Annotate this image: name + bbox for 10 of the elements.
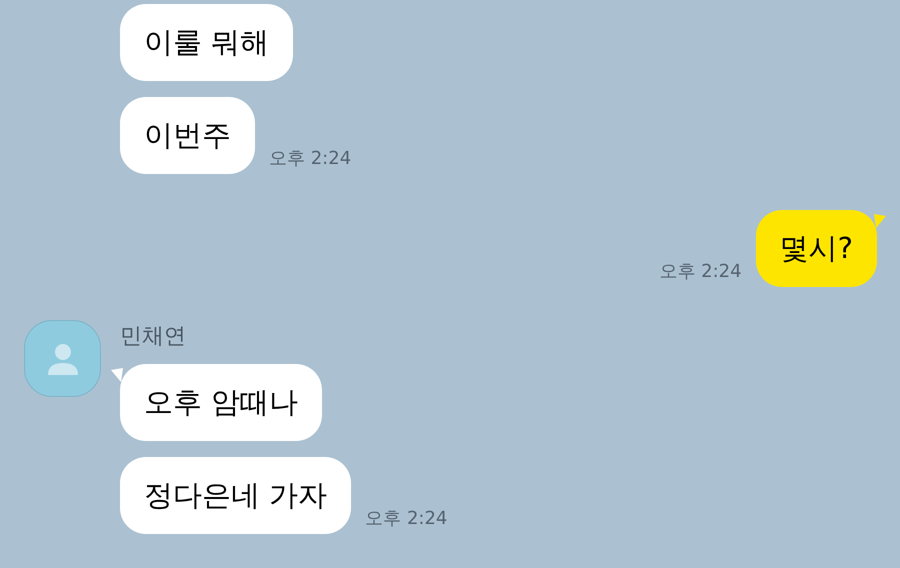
message-time: 오후 2:24	[365, 507, 448, 531]
sender-name: 민채연	[120, 323, 186, 351]
message-bubble: 몇시?	[756, 210, 877, 287]
message-bubble: 이번주	[120, 97, 255, 174]
message-time: 오후 2:24	[659, 260, 742, 284]
avatar[interactable]	[24, 320, 101, 397]
message-bubble: 오후 암때나	[120, 364, 322, 441]
message-bubble: 이룰 뭐해	[120, 4, 294, 81]
message-time: 오후 2:24	[269, 147, 352, 171]
message-bubble: 정다은네 가자	[120, 457, 352, 534]
